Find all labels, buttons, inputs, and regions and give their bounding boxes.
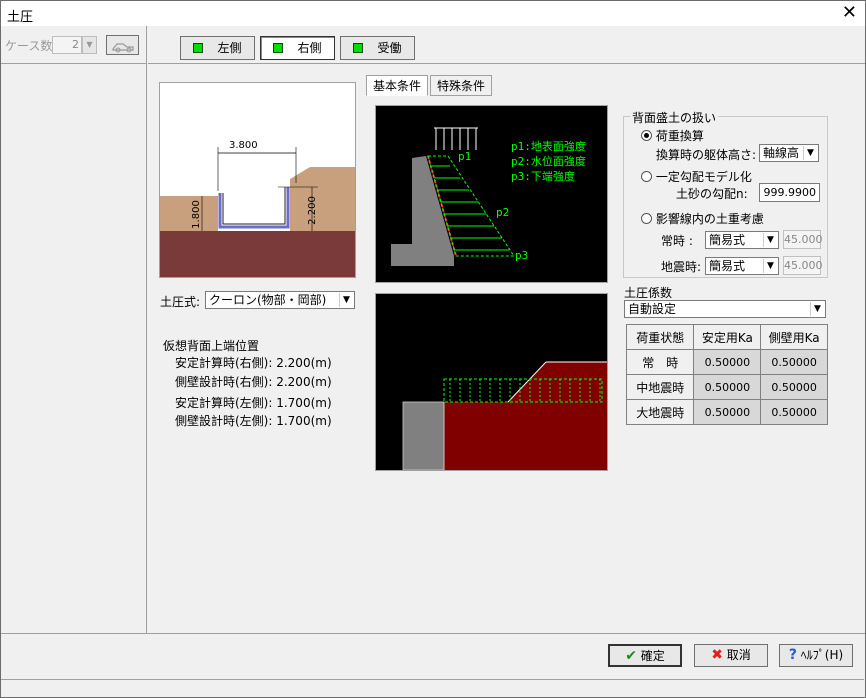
backfill-option-load[interactable]: 荷重換算	[641, 127, 704, 144]
slope-label: 土砂の勾配n:	[676, 187, 748, 201]
chevron-down-icon: ▼	[763, 259, 777, 273]
p2-label: p2	[496, 206, 510, 219]
chevron-down-icon: ▼	[763, 233, 777, 247]
formula-label: 土圧式:	[160, 295, 201, 309]
dim-left-label: 1.800	[190, 200, 202, 229]
check-icon: ✔	[625, 648, 637, 664]
coef-header: 側壁用Ka	[760, 324, 828, 350]
normal-angle-input[interactable]: 45.000	[783, 230, 823, 249]
ok-button[interactable]: ✔ 確定	[608, 644, 682, 667]
title-bar: 土圧 ✕	[0, 0, 866, 26]
green-indicator-icon	[353, 43, 364, 53]
virtual-top-row: 安定計算時(左側): 1.700(m)	[175, 396, 332, 410]
coef-row-label: 大地震時	[625, 399, 695, 425]
close-icon[interactable]: ✕	[842, 2, 857, 23]
tab-basic[interactable]: 基本条件	[366, 75, 429, 96]
backfill-drawing	[402, 361, 607, 470]
coef-cell[interactable]: 0.50000	[760, 349, 828, 375]
pressure-drawing	[391, 127, 515, 266]
normal-select[interactable]: 簡易式 ▼	[705, 231, 779, 249]
coef-row-label: 常 時	[625, 349, 695, 375]
height-select[interactable]: 軸線高 ▼	[759, 144, 819, 162]
radio-icon[interactable]	[641, 213, 652, 224]
height-label: 換算時の躯体高さ:	[656, 148, 757, 162]
footer-divider	[1, 633, 865, 634]
coef-header: 荷重状態	[625, 324, 695, 350]
help-button[interactable]: ? ﾍﾙﾌﾟ(H)	[779, 644, 853, 667]
case-pane	[1, 26, 147, 633]
virtual-top-row: 側壁設計時(左側): 1.700(m)	[175, 414, 332, 428]
coef-row-label: 中地震時	[625, 374, 695, 400]
p1-label: p1	[458, 150, 472, 163]
virtual-top-title: 仮想背面上端位置	[163, 339, 260, 353]
quake-select[interactable]: 簡易式 ▼	[705, 257, 779, 275]
cancel-button[interactable]: ✖ 取消	[694, 644, 768, 667]
backfill-title: 背面盛土の扱い	[630, 109, 719, 126]
green-indicator-icon	[193, 43, 204, 53]
backfill-option-influence[interactable]: 影響線内の土重考慮	[641, 210, 764, 227]
table-row: 大地震時 0.50000 0.50000	[625, 399, 828, 425]
virtual-top-row: 安定計算時(右側): 2.200(m)	[175, 356, 332, 370]
cross-section-drawing	[160, 147, 355, 277]
cross-section-view: 3.800 1.800 2.200	[159, 82, 356, 278]
green-indicator-icon	[273, 43, 284, 53]
pressure-legend-3: p3:下端強度	[511, 170, 575, 183]
table-row: 中地震時 0.50000 0.50000	[625, 374, 828, 400]
coef-title: 土圧係数	[624, 286, 673, 300]
coef-cell[interactable]: 0.50000	[693, 374, 762, 400]
p3-label: p3	[515, 249, 529, 262]
cross-icon: ✖	[711, 647, 723, 663]
virtual-top-row: 側壁設計時(右側): 2.200(m)	[175, 375, 332, 389]
formula-select[interactable]: クーロン(物部・岡部) ▼	[205, 291, 355, 309]
left-side-button[interactable]: 左側	[180, 36, 255, 60]
table-row: 常 時 0.50000 0.50000	[625, 349, 828, 375]
coef-header: 安定用Ka	[693, 324, 762, 350]
coef-cell[interactable]: 0.50000	[760, 399, 828, 425]
dim-right-label: 2.200	[306, 196, 318, 225]
case-tool-button[interactable]	[106, 35, 139, 55]
backfill-option-slope[interactable]: 一定勾配モデル化	[641, 168, 752, 185]
slope-input[interactable]: 999.9900	[759, 183, 820, 202]
tool-icon	[112, 43, 134, 53]
tab-special[interactable]: 特殊条件	[430, 75, 493, 96]
side-toolbar	[148, 26, 865, 64]
coef-mode-select[interactable]: 自動設定 ▼	[624, 300, 826, 318]
pressure-legend-2: p2:水位面強度	[511, 155, 586, 168]
coef-header-row: 荷重状態 安定用Ka 側壁用Ka	[625, 324, 828, 350]
question-icon: ?	[788, 647, 797, 663]
radio-icon[interactable]	[641, 130, 652, 141]
coef-cell[interactable]: 0.50000	[693, 349, 762, 375]
case-count-label: ケース数:	[5, 39, 57, 53]
chevron-down-icon: ▼	[810, 302, 824, 316]
case-count-input[interactable]: 2	[52, 36, 82, 54]
coef-cell[interactable]: 0.50000	[760, 374, 828, 400]
window-title: 土圧	[7, 10, 34, 25]
dim-width-label: 3.800	[229, 140, 258, 151]
quake-angle-input[interactable]: 45.000	[783, 256, 823, 275]
radio-icon[interactable]	[641, 171, 652, 182]
chevron-down-icon: ▼	[339, 293, 353, 307]
pressure-diagram: p1:地表面強度 p2:水位面強度 p3:下端強度 p1 p2 p3	[375, 105, 608, 283]
status-bar	[1, 679, 864, 697]
left-divider	[1, 63, 147, 64]
case-count-spin[interactable]: ▼	[82, 36, 97, 54]
backfill-diagram	[375, 293, 608, 471]
passive-side-button[interactable]: 受働	[340, 36, 415, 60]
chevron-down-icon: ▼	[803, 146, 817, 160]
coef-table: 荷重状態 安定用Ka 側壁用Ka 常 時 0.50000 0.50000 中地震…	[625, 324, 828, 425]
pressure-legend-1: p1:地表面強度	[511, 140, 586, 153]
right-side-button[interactable]: 右側	[260, 36, 335, 60]
coef-cell[interactable]: 0.50000	[693, 399, 762, 425]
normal-label: 常時 :	[661, 234, 693, 248]
quake-label: 地震時:	[661, 260, 702, 274]
